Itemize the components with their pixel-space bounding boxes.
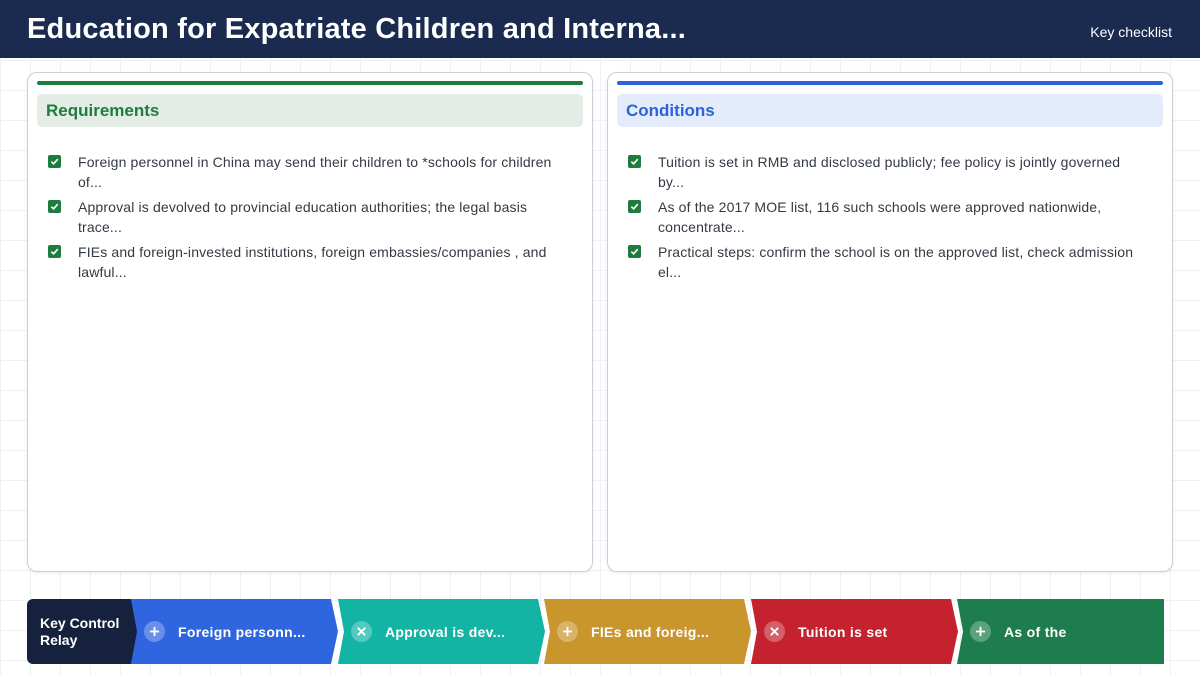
checklist: Foreign personnel in China may send thei… — [48, 153, 562, 288]
checkbox-checked-icon[interactable] — [48, 155, 61, 168]
relay-step[interactable]: FIEs and foreig... — [544, 599, 751, 664]
close-icon — [764, 621, 785, 642]
close-icon — [351, 621, 372, 642]
checkbox-checked-icon[interactable] — [48, 245, 61, 258]
panel-heading: Requirements — [37, 94, 583, 127]
key-control-relay: Key Control Relay Foreign personn... App… — [27, 598, 1164, 664]
checklist-item-text: Tuition is set in RMB and disclosed publ… — [658, 154, 1121, 190]
plus-icon — [557, 621, 578, 642]
panel-accent-bar — [37, 81, 583, 85]
checkbox-checked-icon[interactable] — [628, 200, 641, 213]
checkbox-checked-icon[interactable] — [48, 200, 61, 213]
relay-step[interactable]: Approval is dev... — [338, 599, 545, 664]
relay-step-label: Approval is dev... — [385, 623, 506, 640]
checklist-item: FIEs and foreign-invested institutions, … — [48, 243, 562, 282]
checklist-item-text: Foreign personnel in China may send thei… — [78, 154, 552, 190]
checklist-item: Tuition is set in RMB and disclosed publ… — [628, 153, 1142, 192]
panel-accent-bar — [617, 81, 1163, 85]
checklist-item-text: FIEs and foreign-invested institutions, … — [78, 244, 547, 280]
panel-heading: Conditions — [617, 94, 1163, 127]
checklist-item: Practical steps: confirm the school is o… — [628, 243, 1142, 282]
header-tag: Key checklist — [1090, 24, 1172, 40]
relay-step-label: Foreign personn... — [178, 623, 306, 640]
relay-step[interactable]: Foreign personn... — [131, 599, 338, 664]
header-bar: Education for Expatriate Children and In… — [0, 0, 1200, 58]
checklist: Tuition is set in RMB and disclosed publ… — [628, 153, 1142, 288]
checklist-item: Foreign personnel in China may send thei… — [48, 153, 562, 192]
plus-icon — [970, 621, 991, 642]
relay-step-label: Tuition is set — [798, 623, 888, 640]
checkbox-checked-icon[interactable] — [628, 155, 641, 168]
relay-step-label: FIEs and foreig... — [591, 623, 710, 640]
requirements-panel: Requirements Foreign personnel in China … — [27, 72, 593, 572]
relay-step-label: As of the — [1004, 623, 1067, 640]
page-title: Education for Expatriate Children and In… — [27, 12, 686, 45]
relay-step[interactable]: As of the — [957, 599, 1164, 664]
conditions-panel: Conditions Tuition is set in RMB and dis… — [607, 72, 1173, 572]
relay-step[interactable]: Tuition is set — [751, 599, 958, 664]
checklist-item-text: Practical steps: confirm the school is o… — [658, 244, 1134, 280]
checkbox-checked-icon[interactable] — [628, 245, 641, 258]
checklist-item: Approval is devolved to provincial educa… — [48, 198, 562, 237]
relay-label: Key Control Relay — [27, 599, 142, 664]
checklist-item-text: As of the 2017 MOE list, 116 such school… — [658, 199, 1102, 235]
plus-icon — [144, 621, 165, 642]
checklist-item-text: Approval is devolved to provincial educa… — [78, 199, 528, 235]
checklist-item: As of the 2017 MOE list, 116 such school… — [628, 198, 1142, 237]
